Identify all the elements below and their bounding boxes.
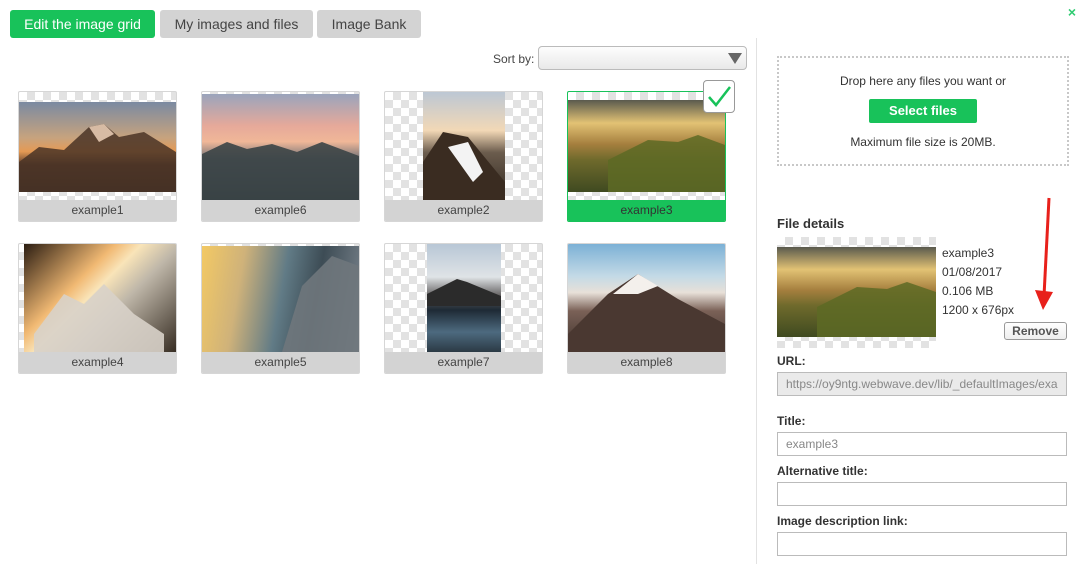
image-thumbnail — [568, 100, 725, 192]
image-card[interactable]: example8 — [567, 243, 726, 374]
sort-label: Sort by: — [493, 52, 535, 66]
red-arrow-annotation — [1035, 197, 1053, 310]
file-details-title: File details — [777, 216, 845, 231]
alt-title-label: Alternative title: — [777, 464, 868, 478]
image-thumbnail — [202, 94, 359, 200]
image-thumbnail — [427, 244, 501, 354]
tab-image-bank[interactable]: Image Bank — [317, 10, 421, 38]
max-size-text: Maximum file size is 20MB. — [850, 135, 996, 149]
image-label: example7 — [385, 352, 542, 373]
image-card-selected[interactable]: example3 — [567, 91, 726, 222]
close-icon[interactable]: × — [1064, 4, 1080, 20]
image-thumbnail — [19, 102, 176, 192]
image-card[interactable]: example7 — [384, 243, 543, 374]
remove-button[interactable]: Remove — [1004, 322, 1067, 340]
sort-select[interactable] — [538, 46, 747, 70]
image-card[interactable]: example5 — [201, 243, 360, 374]
checkmark-icon[interactable] — [703, 80, 735, 113]
image-card[interactable]: example2 — [384, 91, 543, 222]
image-thumbnail — [202, 246, 359, 352]
detail-image — [777, 247, 936, 337]
chevron-down-icon — [728, 53, 742, 64]
description-link-label: Image description link: — [777, 514, 908, 528]
image-label: example5 — [202, 352, 359, 373]
select-files-button[interactable]: Select files — [869, 99, 977, 123]
title-field[interactable]: example3 — [777, 432, 1067, 456]
drop-text: Drop here any files you want or — [839, 74, 1007, 88]
image-card[interactable]: example6 — [201, 91, 360, 222]
url-field[interactable]: https://oy9ntg.webwave.dev/lib/_defaultI… — [777, 372, 1067, 396]
tab-my-images[interactable]: My images and files — [160, 10, 313, 38]
file-size: 0.106 MB — [942, 284, 994, 298]
image-label: example6 — [202, 200, 359, 221]
image-thumbnail — [24, 244, 176, 354]
image-label: example2 — [385, 200, 542, 221]
file-dropzone[interactable]: Drop here any files you want or Select f… — [777, 56, 1069, 166]
image-thumbnail — [423, 92, 505, 202]
image-thumbnail — [568, 244, 725, 352]
file-date: 01/08/2017 — [942, 265, 1003, 279]
image-label: example4 — [19, 352, 176, 373]
description-link-field[interactable] — [777, 532, 1067, 556]
image-card[interactable]: example4 — [18, 243, 177, 374]
title-label: Title: — [777, 414, 806, 428]
image-card[interactable]: example1 — [18, 91, 177, 222]
tab-edit-image-grid[interactable]: Edit the image grid — [10, 10, 155, 38]
image-label: example1 — [19, 200, 176, 221]
detail-thumbnail — [777, 237, 936, 348]
image-label: example8 — [568, 352, 725, 373]
image-label: example3 — [568, 200, 725, 221]
panel-divider — [756, 38, 757, 564]
file-dimensions: 1200 x 676px — [942, 303, 1015, 317]
url-label: URL: — [777, 354, 806, 368]
file-name: example3 — [942, 246, 995, 260]
alt-title-field[interactable] — [777, 482, 1067, 506]
